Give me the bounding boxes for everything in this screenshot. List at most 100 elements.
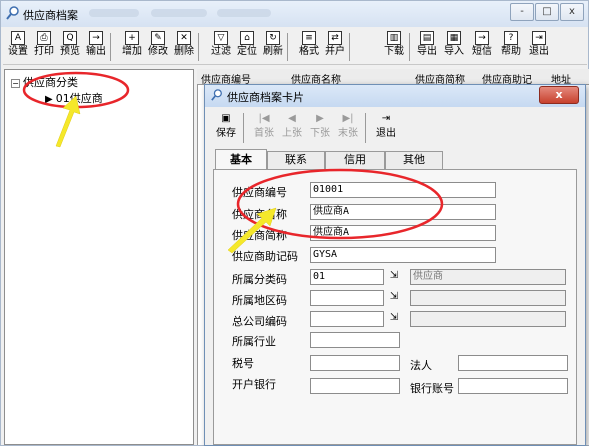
toolbar-divider [349,33,350,61]
exit-dialog-button[interactable]: ⇥ 退出 [373,111,399,147]
toolbar-divider [243,113,244,143]
sms-icon: → [475,31,489,45]
magnifier-icon [211,89,222,101]
blurred-title-text [89,9,139,17]
close-button[interactable]: x [560,3,584,21]
parent-company-lookup-icon[interactable]: ⇲ [386,311,402,327]
supplier-grid-header: 供应商编号 供应商名称 供应商简称 供应商助记 地址 [197,69,589,86]
parent-company-code-label: 总公司编码 [232,315,287,328]
supplier-short-name-label: 供应商简称 [232,229,287,242]
refresh-icon: ↻ [266,31,280,45]
printer-icon: ⎙ [37,31,51,45]
tree-node-label: 供应商分类 [23,76,78,89]
filter-icon: ▽ [214,31,228,45]
delete-icon: ✕ [177,31,191,45]
region-code-field[interactable] [310,290,384,306]
output-button[interactable]: → 输出 [85,29,107,65]
bank-account-label: 银行账号 [410,382,454,395]
parent-company-name-field [410,311,566,327]
first-record-button[interactable]: |◀ 首张 [251,111,277,147]
export-icon: ▤ [420,31,434,45]
format-button[interactable]: ≡ 格式 [298,29,320,65]
legal-person-field[interactable] [458,355,568,371]
window-title: 供应商档案 [23,9,78,22]
toolbar-divider [198,33,199,61]
refresh-button[interactable]: ↻ 刷新 [262,29,284,65]
basic-tab-panel: 供应商编号 01001 供应商名称 供应商A 供应商简称 供应商A 供应商助记码… [213,169,577,445]
collapse-icon[interactable]: − [11,78,20,88]
tab-other[interactable]: 其他 [385,151,443,169]
category-name-field: 供应商 [410,269,566,285]
title-bar: 供应商档案 - □ x [1,1,588,27]
industry-label: 所属行业 [232,335,276,348]
sms-button[interactable]: → 短信 [471,29,493,65]
toolbar-divider [287,33,288,61]
industry-field[interactable] [310,332,400,348]
exit-button[interactable]: ⇥ 退出 [528,29,550,65]
settings-button[interactable]: A 设置 [7,29,29,65]
blurred-title-text [217,9,271,17]
merge-button[interactable]: ⇄ 并户 [324,29,346,65]
bank-account-field[interactable] [458,378,568,394]
maximize-button[interactable]: □ [535,3,559,21]
minimize-button[interactable]: - [510,3,534,21]
preview-button[interactable]: Q 预览 [59,29,81,65]
blurred-title-text [151,9,207,17]
exit-icon: ⇥ [532,31,546,45]
import-button[interactable]: ▦ 导入 [443,29,465,65]
output-icon: → [89,31,103,45]
tax-number-field[interactable] [310,355,400,371]
supplier-code-label: 供应商编号 [232,186,287,199]
format-icon: ≡ [302,31,316,45]
supplier-code-field[interactable]: 01001 [310,182,496,198]
bank-field[interactable] [310,378,400,394]
tax-number-label: 税号 [232,357,254,370]
magnifier-icon [6,6,19,20]
toolbar-divider [409,33,410,61]
bank-label: 开户银行 [232,378,276,391]
delete-button[interactable]: ✕ 删除 [173,29,195,65]
filter-button[interactable]: ▽ 过滤 [210,29,232,65]
tab-contact[interactable]: 联系 [267,151,325,169]
supplier-mnemonic-label: 供应商助记码 [232,250,298,263]
print-button[interactable]: ⎙ 打印 [33,29,55,65]
locate-button[interactable]: ⌂ 定位 [236,29,258,65]
import-icon: ▦ [447,31,461,45]
next-record-button[interactable]: ▶ 下张 [307,111,333,147]
last-record-button[interactable]: ▶| 末张 [335,111,361,147]
toolbar-divider [110,33,111,61]
download-button[interactable]: ▥ 下载 [383,29,405,65]
edit-button[interactable]: ✎ 修改 [147,29,169,65]
add-icon: + [125,31,139,45]
edit-icon: ✎ [151,31,165,45]
save-button[interactable]: ▣ 保存 [213,111,239,147]
previous-record-button[interactable]: ◀ 上张 [279,111,305,147]
preview-icon: Q [63,31,77,45]
export-button[interactable]: ▤ 导出 [416,29,438,65]
supplier-mnemonic-field[interactable]: GYSA [310,247,496,263]
save-icon: ▣ [221,113,231,124]
supplier-name-label: 供应商名称 [232,208,287,221]
category-tree[interactable]: − 供应商分类 ▶ 01供应商 [4,69,194,445]
locate-icon: ⌂ [240,31,254,45]
add-button[interactable]: + 增加 [121,29,143,65]
tab-basic[interactable]: 基本 [215,149,267,170]
tree-node-label: 01供应商 [55,92,103,105]
supplier-name-field[interactable]: 供应商A [310,204,496,220]
dialog-title: 供应商档案卡片 [227,91,304,104]
category-code-field[interactable]: 01 [310,269,384,285]
dialog-close-button[interactable]: x [539,86,579,104]
category-code-label: 所属分类码 [232,273,287,286]
tab-credit[interactable]: 信用 [325,151,385,169]
dialog-title-bar: 供应商档案卡片 x [205,85,585,107]
tree-node-supplier-category[interactable]: − 供应商分类 [11,74,78,90]
region-lookup-icon[interactable]: ⇲ [386,290,402,306]
tree-node-01-supplier[interactable]: ▶ 01供应商 [45,90,103,106]
help-button[interactable]: ? 帮助 [500,29,522,65]
parent-company-code-field[interactable] [310,311,384,327]
toolbar-divider [365,113,366,143]
exit-icon: ⇥ [381,113,391,124]
next-record-icon: ▶ [316,113,324,124]
category-lookup-icon[interactable]: ⇲ [386,269,402,285]
supplier-short-name-field[interactable]: 供应商A [310,225,496,241]
